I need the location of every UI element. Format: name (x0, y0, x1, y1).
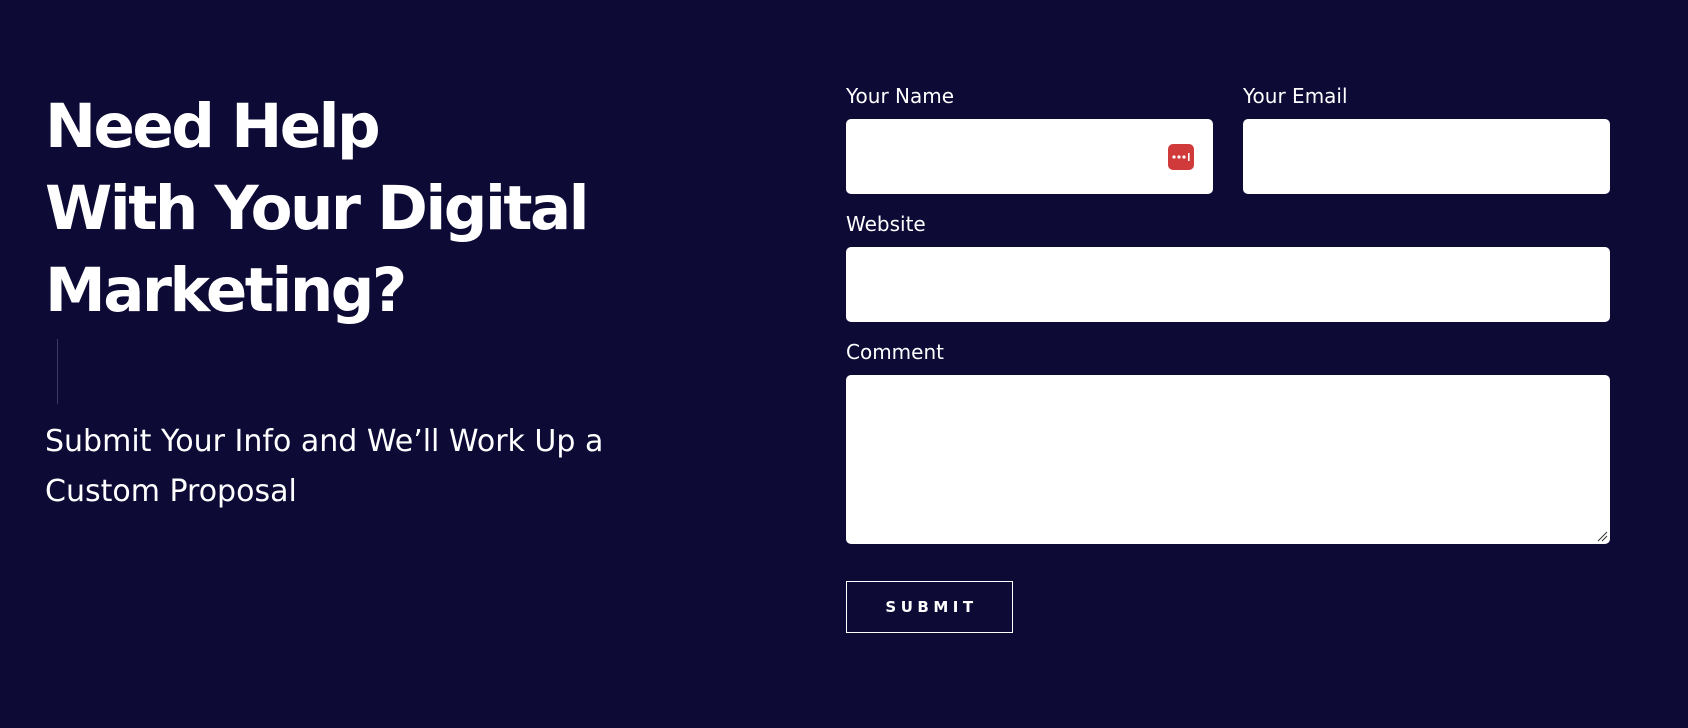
comment-textarea[interactable] (846, 375, 1610, 544)
email-label: Your Email (1243, 84, 1348, 108)
website-field[interactable] (846, 247, 1610, 322)
headline-line-1: Need Help (45, 91, 381, 162)
page-title: Need Help With Your Digital Marketing? (45, 86, 590, 332)
headline-line-2: With Your Digital (45, 173, 590, 244)
hero-subtext: Submit Your Info and We’ll Work Up a Cus… (45, 424, 604, 509)
vertical-divider (57, 339, 58, 404)
dots-icon (1172, 153, 1190, 161)
resize-handle-icon[interactable] (1596, 530, 1608, 542)
comment-label: Comment (846, 340, 944, 364)
email-field[interactable] (1243, 119, 1610, 194)
name-label: Your Name (846, 84, 955, 108)
password-manager-icon[interactable] (1168, 144, 1194, 170)
submit-button[interactable]: SUBMIT (846, 581, 1013, 633)
name-field[interactable] (846, 119, 1213, 194)
headline-line-3: Marketing? (45, 255, 407, 326)
website-label: Website (846, 212, 926, 236)
